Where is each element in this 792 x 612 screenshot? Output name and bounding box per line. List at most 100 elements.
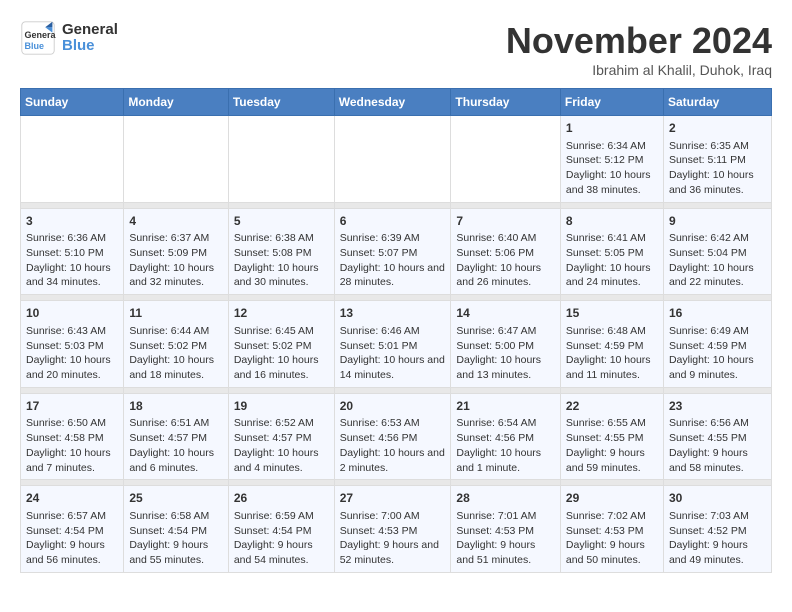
day-info: Sunrise: 6:55 AM [566,416,658,431]
day-info: Daylight: 10 hours and 34 minutes. [26,261,118,290]
day-info: Sunset: 4:53 PM [566,524,658,539]
day-info: Daylight: 9 hours and 54 minutes. [234,538,329,567]
day-number: 8 [566,213,658,230]
day-info: Sunset: 5:01 PM [340,339,446,354]
calendar-cell: 6Sunrise: 6:39 AMSunset: 5:07 PMDaylight… [334,208,451,295]
day-info: Sunset: 5:10 PM [26,246,118,261]
day-info: Sunrise: 6:51 AM [129,416,222,431]
header-thursday: Thursday [451,89,561,116]
day-info: Daylight: 10 hours and 14 minutes. [340,353,446,382]
calendar-cell: 26Sunrise: 6:59 AMSunset: 4:54 PMDayligh… [228,486,334,573]
page-header: General Blue General Blue November 2024 … [20,20,772,78]
logo-icon: General Blue [20,20,56,56]
day-info: Daylight: 9 hours and 58 minutes. [669,446,766,475]
day-info: Daylight: 10 hours and 20 minutes. [26,353,118,382]
day-info: Daylight: 10 hours and 28 minutes. [340,261,446,290]
day-number: 15 [566,305,658,322]
day-info: Daylight: 9 hours and 55 minutes. [129,538,222,567]
day-info: Daylight: 10 hours and 24 minutes. [566,261,658,290]
calendar-cell: 3Sunrise: 6:36 AMSunset: 5:10 PMDaylight… [21,208,124,295]
day-info: Sunset: 4:57 PM [234,431,329,446]
calendar-cell: 14Sunrise: 6:47 AMSunset: 5:00 PMDayligh… [451,301,561,388]
day-number: 12 [234,305,329,322]
day-info: Daylight: 10 hours and 36 minutes. [669,168,766,197]
day-info: Daylight: 10 hours and 9 minutes. [669,353,766,382]
day-number: 27 [340,490,446,507]
calendar-week-row: 17Sunrise: 6:50 AMSunset: 4:58 PMDayligh… [21,393,772,480]
day-info: Sunrise: 6:44 AM [129,324,222,339]
day-number: 13 [340,305,446,322]
day-info: Sunrise: 6:35 AM [669,139,766,154]
day-number: 7 [456,213,555,230]
calendar-cell: 28Sunrise: 7:01 AMSunset: 4:53 PMDayligh… [451,486,561,573]
day-info: Sunset: 4:53 PM [340,524,446,539]
day-info: Sunset: 4:52 PM [669,524,766,539]
calendar-cell: 15Sunrise: 6:48 AMSunset: 4:59 PMDayligh… [560,301,663,388]
day-info: Sunset: 4:56 PM [456,431,555,446]
day-info: Daylight: 10 hours and 16 minutes. [234,353,329,382]
day-info: Sunrise: 6:47 AM [456,324,555,339]
calendar-cell: 30Sunrise: 7:03 AMSunset: 4:52 PMDayligh… [663,486,771,573]
day-number: 10 [26,305,118,322]
day-info: Sunrise: 6:48 AM [566,324,658,339]
calendar-cell: 10Sunrise: 6:43 AMSunset: 5:03 PMDayligh… [21,301,124,388]
day-number: 11 [129,305,222,322]
calendar-cell: 19Sunrise: 6:52 AMSunset: 4:57 PMDayligh… [228,393,334,480]
day-info: Daylight: 9 hours and 56 minutes. [26,538,118,567]
day-number: 18 [129,398,222,415]
calendar-week-row: 24Sunrise: 6:57 AMSunset: 4:54 PMDayligh… [21,486,772,573]
svg-text:Blue: Blue [25,41,45,51]
calendar-cell: 5Sunrise: 6:38 AMSunset: 5:08 PMDaylight… [228,208,334,295]
month-title: November 2024 [506,20,772,62]
day-info: Daylight: 9 hours and 52 minutes. [340,538,446,567]
day-number: 5 [234,213,329,230]
day-info: Sunrise: 7:02 AM [566,509,658,524]
calendar-cell: 16Sunrise: 6:49 AMSunset: 4:59 PMDayligh… [663,301,771,388]
calendar-cell [334,116,451,203]
header-saturday: Saturday [663,89,771,116]
day-number: 20 [340,398,446,415]
header-wednesday: Wednesday [334,89,451,116]
calendar-cell [124,116,228,203]
day-info: Sunset: 5:07 PM [340,246,446,261]
day-info: Daylight: 10 hours and 22 minutes. [669,261,766,290]
calendar-cell [228,116,334,203]
day-info: Sunrise: 6:42 AM [669,231,766,246]
day-info: Sunset: 5:09 PM [129,246,222,261]
day-info: Daylight: 10 hours and 13 minutes. [456,353,555,382]
logo: General Blue General Blue [20,20,118,56]
calendar-cell: 1Sunrise: 6:34 AMSunset: 5:12 PMDaylight… [560,116,663,203]
day-info: Sunset: 5:02 PM [234,339,329,354]
day-info: Daylight: 10 hours and 32 minutes. [129,261,222,290]
day-info: Sunrise: 6:38 AM [234,231,329,246]
calendar-cell: 12Sunrise: 6:45 AMSunset: 5:02 PMDayligh… [228,301,334,388]
calendar-week-row: 1Sunrise: 6:34 AMSunset: 5:12 PMDaylight… [21,116,772,203]
calendar-cell: 27 Sunrise: 7:00 AMSunset: 4:53 PMDayligh… [334,486,451,573]
day-info: Sunset: 4:54 PM [234,524,329,539]
day-number: 2 [669,120,766,137]
day-info: Sunrise: 6:58 AM [129,509,222,524]
day-info: Daylight: 9 hours and 51 minutes. [456,538,555,567]
day-info: Sunset: 4:55 PM [669,431,766,446]
day-info: Sunset: 4:57 PM [129,431,222,446]
day-info: Sunrise: 6:41 AM [566,231,658,246]
day-number: 16 [669,305,766,322]
day-info: Sunrise: 6:50 AM [26,416,118,431]
day-info: Daylight: 10 hours and 26 minutes. [456,261,555,290]
calendar-cell: 18Sunrise: 6:51 AMSunset: 4:57 PMDayligh… [124,393,228,480]
calendar-cell: 21Sunrise: 6:54 AMSunset: 4:56 PMDayligh… [451,393,561,480]
day-info: Sunrise: 6:52 AM [234,416,329,431]
day-info: Sunset: 5:11 PM [669,153,766,168]
day-number: 6 [340,213,446,230]
day-info: Sunset: 4:53 PM [456,524,555,539]
day-info: Sunset: 5:00 PM [456,339,555,354]
calendar-cell [451,116,561,203]
day-info: Sunrise: 6:37 AM [129,231,222,246]
day-info: Sunrise: 7:00 AM [340,509,446,524]
day-number: 4 [129,213,222,230]
calendar-cell: 22Sunrise: 6:55 AMSunset: 4:55 PMDayligh… [560,393,663,480]
day-number: 24 [26,490,118,507]
day-info: Daylight: 10 hours and 38 minutes. [566,168,658,197]
calendar-cell: 13Sunrise: 6:46 AMSunset: 5:01 PMDayligh… [334,301,451,388]
day-info: Sunset: 4:54 PM [129,524,222,539]
